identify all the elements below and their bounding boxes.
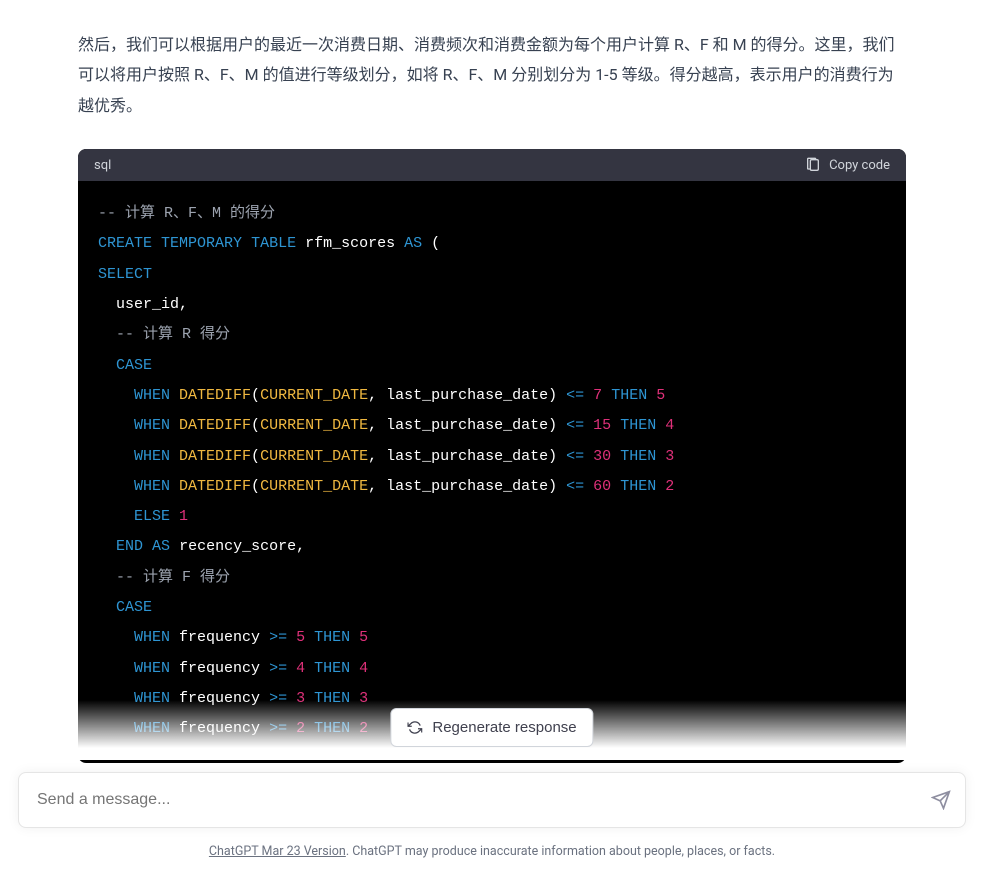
code-block: sql Copy code -- 计算 R、F、M 的得分 CREATE TEM… xyxy=(78,149,906,762)
regenerate-label: Regenerate response xyxy=(432,719,576,736)
refresh-icon xyxy=(407,720,422,735)
copy-code-button[interactable]: Copy code xyxy=(805,157,890,173)
code-body: -- 计算 R、F、M 的得分 CREATE TEMPORARY TABLE r… xyxy=(78,181,906,762)
message-input-container[interactable] xyxy=(18,772,966,828)
explanation-text: 然后，我们可以根据用户的最近一次消费日期、消费频次和消费金额为每个用户计算 R、… xyxy=(78,0,906,141)
footer-text: . ChatGPT may produce inaccurate informa… xyxy=(346,844,775,859)
clipboard-icon xyxy=(805,157,821,173)
code-language-label: sql xyxy=(94,158,111,173)
regenerate-button[interactable]: Regenerate response xyxy=(390,708,593,747)
code-header: sql Copy code xyxy=(78,149,906,181)
footer-disclaimer: ChatGPT Mar 23 Version. ChatGPT may prod… xyxy=(0,844,984,859)
version-link[interactable]: ChatGPT Mar 23 Version xyxy=(209,844,346,859)
message-input[interactable] xyxy=(37,791,917,809)
send-icon[interactable] xyxy=(931,790,951,810)
copy-code-label: Copy code xyxy=(829,158,890,173)
